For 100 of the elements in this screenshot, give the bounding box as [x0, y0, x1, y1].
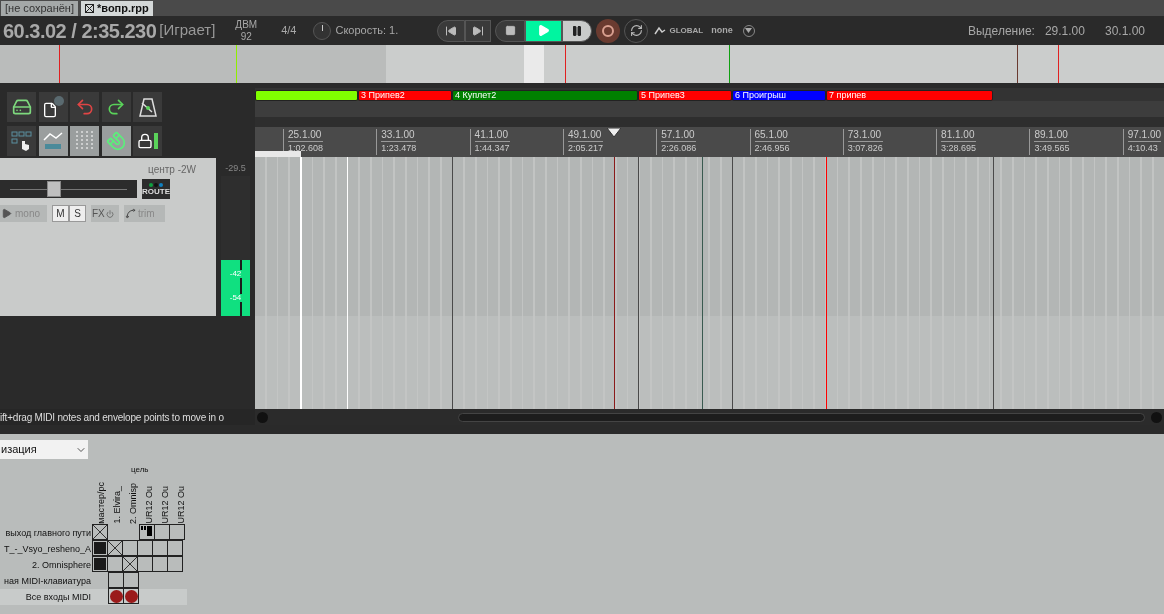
routing-cell[interactable] [152, 540, 168, 556]
routing-cell[interactable] [137, 556, 153, 572]
grid-pointer-icon [10, 130, 33, 152]
rate-label: Скорость: 1. [335, 23, 400, 39]
solo-button[interactable]: S [69, 205, 86, 222]
view-dropdown[interactable]: изация [0, 440, 88, 459]
row-label: ная MIDI-клавиатура [4, 575, 92, 588]
column-header: 2. Omnisp [127, 483, 139, 524]
toolbar-button[interactable] [133, 92, 163, 122]
time-label: 4:10.43 [1127, 142, 1159, 154]
record-icon [602, 24, 615, 37]
timeline-ruler[interactable]: 25.1.00 1:02.608 33.1.00 1:23.478 41.1.00 1:44.347 49.1.00 2:05.217 57.1.00 2:26.086 65.1.00 2:46.956 73.1.00 3:07.826 81.1.00 3:28.695 89.1.00 3:49.565 97.1.00 4:10.43 [255, 127, 1164, 157]
bar-label: 97.1.00 [1127, 129, 1162, 142]
toolbar-button[interactable] [101, 126, 131, 156]
toolbar-button[interactable] [38, 126, 68, 156]
grid-lines-icon [73, 130, 96, 152]
routing-cell[interactable] [108, 572, 124, 588]
region-bar[interactable]: 7 припев [826, 90, 993, 101]
routing-cell[interactable] [92, 556, 108, 572]
redo-icon [106, 97, 127, 117]
play-icon [1, 208, 12, 219]
column-header: мастер/рс [95, 482, 107, 524]
metronome-icon [138, 97, 157, 117]
save-icon [11, 97, 32, 117]
project-tab[interactable]: [не сохранён] [1, 1, 78, 16]
region-bar[interactable]: 4 Куплет2 [452, 90, 638, 101]
routing-cell[interactable] [107, 540, 123, 556]
row-label: T_-_Vsyo_resheno_A [3, 543, 92, 556]
column-header: UR12 Ou [175, 486, 187, 524]
time-label: 2:05.217 [567, 142, 603, 154]
region-bar[interactable] [255, 90, 358, 101]
bar-label: 57.1.00 [661, 129, 697, 142]
meter-label: -42 [228, 270, 243, 278]
routing-cell[interactable] [152, 556, 168, 572]
route-button[interactable]: ROUTE [142, 179, 170, 199]
routing-cell[interactable] [137, 540, 153, 556]
routing-cell[interactable] [123, 572, 139, 588]
stop-button[interactable] [495, 19, 526, 42]
routing-cell[interactable] [108, 588, 124, 604]
magnet-icon [106, 131, 127, 151]
time-label: 2:46.956 [754, 142, 790, 154]
time-label: 1:23.478 [381, 142, 417, 154]
time-label: 1:44.347 [474, 142, 510, 154]
skip-back-icon [445, 24, 458, 37]
routing-cell[interactable] [122, 556, 138, 572]
volume-slider[interactable] [0, 180, 137, 198]
routing-cell[interactable] [169, 524, 185, 540]
row-label: 2. Omnisphere [31, 559, 92, 572]
bar-label: 65.1.00 [754, 129, 790, 142]
time-label: 3:28.695 [941, 142, 977, 154]
bar-label: 41.1.00 [474, 129, 510, 142]
toolbar-button[interactable] [70, 126, 100, 156]
pan-label: центр -2W [148, 163, 196, 177]
selection-label: Выделение: [968, 22, 1035, 40]
previous-button[interactable] [437, 19, 466, 42]
automation-mode: GLOBAL [669, 24, 704, 37]
repeat-icon [629, 24, 643, 37]
record-button[interactable] [596, 18, 621, 43]
slider-thumb[interactable] [46, 181, 61, 197]
routing-cell[interactable] [107, 556, 123, 572]
project-tab[interactable]: *вопр.rpp [81, 1, 153, 16]
next-button[interactable] [465, 19, 492, 42]
track-lanes[interactable] [255, 157, 1164, 409]
routing-cell[interactable] [122, 540, 138, 556]
fx-button[interactable]: FX [91, 205, 119, 222]
pause-icon [571, 24, 584, 37]
routing-cell[interactable] [92, 524, 108, 540]
routing-cell[interactable] [139, 524, 155, 540]
toolbar-button[interactable] [38, 92, 68, 122]
bar-label: 49.1.00 [567, 129, 603, 142]
selection-end: 30.1.00 [1104, 22, 1145, 40]
routing-cell[interactable] [167, 556, 183, 572]
play-button[interactable] [525, 19, 563, 42]
power-icon [105, 209, 114, 218]
time-label: 3:07.826 [847, 142, 883, 154]
mute-button[interactable]: M [52, 205, 69, 222]
file-info-icon [42, 96, 65, 118]
toolbar-button[interactable] [133, 126, 163, 156]
close-icon[interactable] [85, 4, 94, 13]
bar-label: 33.1.00 [381, 129, 417, 142]
tempo-value: 92 [240, 30, 252, 43]
toolbar-button[interactable] [7, 126, 36, 156]
toolbar-button[interactable] [101, 92, 131, 122]
play-icon [537, 24, 551, 37]
status-hint: ift+drag MIDI notes and envelope points to move in o [0, 410, 224, 425]
bar-label: 89.1.00 [1034, 129, 1070, 142]
routing-cell[interactable] [123, 588, 139, 604]
bar-label: 73.1.00 [847, 129, 883, 142]
repeat-button[interactable] [624, 18, 649, 43]
stop-icon [504, 25, 516, 36]
play-state: [Играет] [159, 20, 216, 41]
toolbar-button[interactable] [7, 92, 36, 122]
lock-icon [137, 133, 159, 149]
routing-cell[interactable] [92, 540, 108, 556]
time-signature: 4/4 [281, 23, 297, 39]
peak-readout: -29.5 [225, 162, 246, 175]
horizontal-scrollbar[interactable] [458, 412, 1145, 422]
pause-button[interactable] [562, 19, 593, 42]
routing-cell[interactable] [167, 540, 183, 556]
routing-cell[interactable] [154, 524, 170, 540]
